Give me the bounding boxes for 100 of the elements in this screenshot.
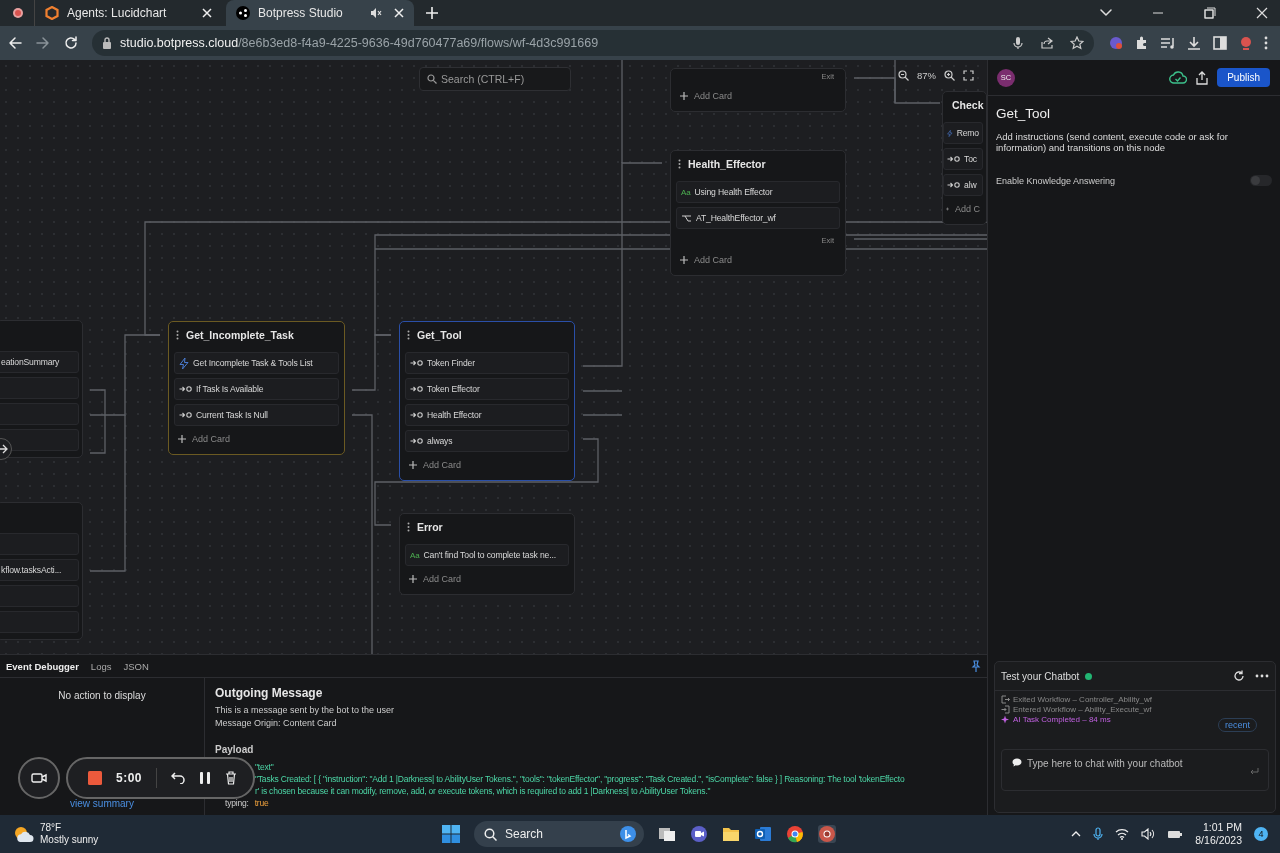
node-card[interactable] <box>0 429 79 451</box>
node-card[interactable]: always <box>405 430 569 452</box>
node-card[interactable]: alw <box>943 174 983 196</box>
undo-icon[interactable] <box>171 772 186 784</box>
restore-icon[interactable] <box>1204 7 1216 19</box>
add-card-button[interactable]: Add Card <box>174 430 339 448</box>
notification-badge[interactable]: 4 <box>1254 827 1268 841</box>
debugger-tab[interactable]: Event Debugger <box>6 660 79 672</box>
video-chat-icon[interactable] <box>690 825 708 843</box>
lightning-icon <box>179 357 189 369</box>
chevron-up-icon[interactable] <box>1071 831 1082 837</box>
more-icon[interactable] <box>1264 35 1268 51</box>
node-title: Check <box>952 99 984 111</box>
microphone-icon[interactable] <box>1012 36 1024 50</box>
payload-heading: Payload <box>215 744 255 756</box>
share-nodes-icon <box>236 6 250 20</box>
flow-node[interactable]: Error Aa Can't find Tool to complete task ne... Add Card <box>399 513 575 595</box>
microphone-icon[interactable] <box>1093 827 1104 841</box>
node-card[interactable]: kflow.tasksActi... <box>0 559 79 581</box>
drag-handle-icon <box>678 159 681 169</box>
address-field[interactable]: studio.botpress.cloud/8e6b3ed8-f4a9-4225-9636-49d760477a69/flows/wf-4d3c991669 <box>92 30 1094 56</box>
payload-value: "text" <box>255 762 274 773</box>
sun-cloud-icon[interactable] <box>12 825 34 843</box>
chat-title: Test your Chatbot <box>1001 670 1080 682</box>
zoom-out-icon[interactable] <box>898 70 909 81</box>
search-icon <box>427 74 437 84</box>
forward-icon[interactable] <box>36 36 50 50</box>
browser-tab[interactable]: Botpress Studio <box>226 0 414 26</box>
cloud-check-icon[interactable] <box>1169 70 1188 85</box>
side-panel-icon[interactable] <box>1212 35 1228 51</box>
windows-logo-icon[interactable] <box>442 825 460 843</box>
download-icon[interactable] <box>1186 35 1202 51</box>
node-card[interactable]: Current Task Is Null <box>174 404 339 426</box>
trash-icon[interactable] <box>225 771 238 785</box>
node-card[interactable]: Health Effector <box>405 404 569 426</box>
publish-button[interactable]: Publish <box>1217 68 1270 87</box>
flow-node[interactable]: Get_Tool Token Finder Token Effector Health Effector always Add Card <box>399 321 575 481</box>
refresh-icon[interactable] <box>1233 670 1245 682</box>
transition-icon <box>410 385 423 393</box>
pause-icon[interactable] <box>199 771 212 785</box>
new-tab-icon[interactable] <box>426 7 438 19</box>
zoom-in-icon[interactable] <box>944 70 955 81</box>
clock-date: 8/16/2023 <box>1195 834 1242 847</box>
transition-icon <box>947 155 960 163</box>
mail-icon[interactable] <box>754 825 772 843</box>
view-summary-link[interactable]: view summary <box>70 798 134 809</box>
node-card[interactable]: Aa Can't find Tool to complete task ne... <box>405 544 569 566</box>
search-field[interactable]: Search (CTRL+F) <box>419 67 571 91</box>
flow-node[interactable]: eationSummary <box>0 320 83 458</box>
toggle-switch[interactable] <box>1250 175 1272 186</box>
debugger-tab[interactable]: JSON <box>123 660 149 672</box>
node-card[interactable]: Token Effector <box>405 378 569 400</box>
add-card-button[interactable]: Add C <box>943 200 983 218</box>
reload-icon[interactable] <box>64 36 78 50</box>
fit-screen-icon[interactable] <box>963 70 974 81</box>
pin-icon[interactable] <box>971 660 981 673</box>
share-icon[interactable] <box>1040 36 1054 50</box>
folder-icon[interactable] <box>722 825 740 843</box>
debugger-tab[interactable]: Logs <box>90 660 112 672</box>
close-icon[interactable] <box>394 8 404 18</box>
node-card[interactable]: Aa Using Health Effector <box>676 181 840 203</box>
add-card-button[interactable]: Add Card <box>676 251 840 269</box>
drag-handle-icon <box>407 522 410 532</box>
back-icon[interactable] <box>8 36 22 50</box>
plus-icon <box>680 256 688 264</box>
extension-badge-icon[interactable] <box>1108 35 1124 51</box>
more-icon[interactable] <box>1255 674 1269 678</box>
add-card-button[interactable]: Add Card <box>676 87 840 105</box>
chevron-down-icon[interactable] <box>1100 9 1112 17</box>
node-card[interactable]: If Task Is Available <box>174 378 339 400</box>
node-card[interactable]: Get Incomplete Task & Tools List <box>174 352 339 374</box>
chat-input[interactable]: Type here to chat with your chatbot <box>1001 749 1269 791</box>
node-card[interactable]: Remo <box>943 122 983 144</box>
playlist-icon[interactable] <box>1160 35 1176 51</box>
close-icon[interactable] <box>202 8 212 18</box>
close-icon[interactable] <box>1256 7 1268 19</box>
video-camera-icon <box>31 772 47 784</box>
share-icon[interactable] <box>1196 70 1209 85</box>
node-card[interactable]: AT_HealthEffector_wf <box>676 207 840 229</box>
branch-icon <box>681 213 692 223</box>
node-card[interactable]: Toc <box>943 148 983 170</box>
battery-icon[interactable] <box>1167 829 1184 839</box>
flow-node[interactable]: kflow.tasksActi... <box>0 502 83 640</box>
add-card-button[interactable]: Add Card <box>405 570 569 588</box>
profile-icon[interactable] <box>1238 35 1254 51</box>
wifi-icon[interactable] <box>1115 828 1130 840</box>
browser-icon[interactable] <box>786 825 804 843</box>
minimize-icon[interactable] <box>1152 9 1164 17</box>
node-card[interactable]: eationSummary <box>0 351 79 373</box>
browser-icon[interactable] <box>818 825 836 843</box>
window-tiles-icon[interactable] <box>658 825 676 843</box>
recent-badge[interactable]: recent <box>1218 718 1257 732</box>
star-icon[interactable] <box>1070 36 1084 50</box>
add-card-button[interactable]: Add Card <box>405 456 569 474</box>
flow-node[interactable]: Check Remo Toc alw Add C <box>942 91 987 225</box>
node-card[interactable]: Token Finder <box>405 352 569 374</box>
flow-node[interactable]: Get_Incomplete_Task Get Incomplete Task & Tools List If Task Is Available Current Task Is Null Add Card <box>168 321 345 455</box>
taskbar-search[interactable]: Search <box>474 821 644 847</box>
speaker-icon[interactable] <box>1141 828 1156 840</box>
payload-value: r' is chosen because it can modify, remove, add, or execute tokens, which is required to add 1 |Darkness| to AbilityUser Tokens." <box>255 786 711 797</box>
